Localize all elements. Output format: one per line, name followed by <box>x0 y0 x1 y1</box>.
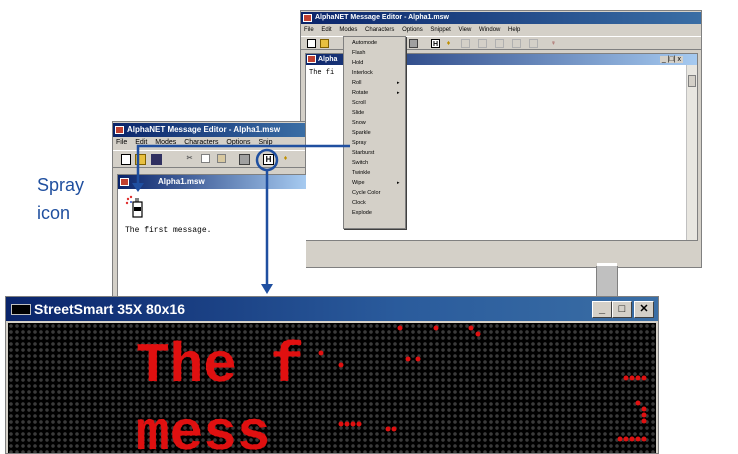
led-text-line-1: The f <box>136 334 304 398</box>
led-window-title: StreetSmart 35X 80x16 <box>34 301 185 317</box>
led-display-window: StreetSmart 35X 80x16 _ □ ✕ The f mess <box>5 296 659 454</box>
close-button[interactable]: ✕ <box>634 301 654 318</box>
maximize-button[interactable]: □ <box>612 301 632 318</box>
spray-button-highlight <box>255 148 279 172</box>
callout-arrowhead <box>132 183 144 192</box>
spray-particles <box>318 325 647 442</box>
spray-annotation-label: Spray <box>37 175 85 195</box>
callout-line-spray-menu <box>136 144 350 186</box>
led-window-titlebar[interactable]: StreetSmart 35X 80x16 _ □ ✕ <box>6 297 658 321</box>
minimize-button[interactable]: _ <box>592 301 612 318</box>
callout-arrowhead <box>261 284 273 294</box>
led-text-line-2: mess <box>136 402 270 453</box>
led-matrix-panel: The f mess <box>8 323 656 453</box>
spray-annotation-label-2: icon <box>37 203 71 223</box>
led-sign-icon <box>11 304 31 315</box>
led-matrix-display: The f mess <box>136 325 647 453</box>
